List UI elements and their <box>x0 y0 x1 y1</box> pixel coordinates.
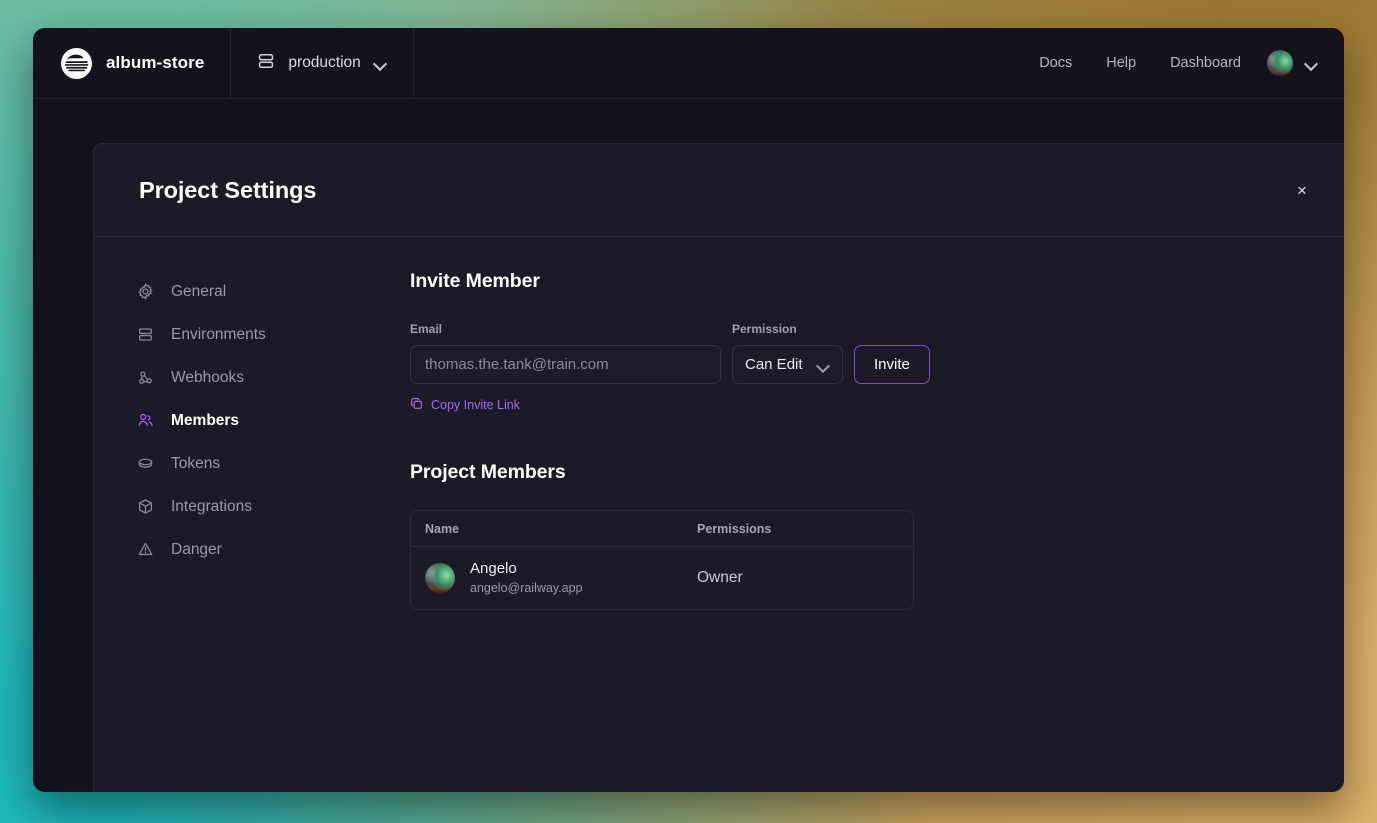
page-title: Project Settings <box>139 176 317 203</box>
modal-header: Project Settings × <box>94 144 1344 237</box>
sidebar-item-label: Webhooks <box>171 368 244 386</box>
member-identity-cell: Angelo angelo@railway.app <box>411 559 697 596</box>
webhook-icon <box>136 369 154 387</box>
column-header-permissions: Permissions <box>697 521 772 536</box>
email-input[interactable] <box>410 345 721 384</box>
nav-link-help[interactable]: Help <box>1106 55 1136 71</box>
table-header-row: Name Permissions <box>411 511 913 547</box>
copy-invite-link-label: Copy Invite Link <box>431 398 520 412</box>
email-field-group: Email <box>410 322 721 384</box>
environment-stack-icon <box>257 52 275 75</box>
sidebar-item-tokens[interactable]: Tokens <box>136 442 405 485</box>
member-name: Angelo <box>470 560 517 578</box>
nav-link-dashboard[interactable]: Dashboard <box>1170 55 1241 71</box>
sidebar-item-members[interactable]: Members <box>136 399 405 442</box>
railway-train-logo-icon <box>61 47 92 79</box>
settings-main-pane: Invite Member Email Permission Can Edit <box>405 270 1344 610</box>
member-permission: Owner <box>697 569 743 586</box>
users-icon <box>136 412 154 430</box>
table-row[interactable]: Angelo angelo@railway.app Owner <box>411 547 913 609</box>
cube-icon <box>136 498 154 516</box>
environment-name: production <box>288 54 361 71</box>
top-navigation-bar: album-store production Docs Help Dashboa… <box>33 28 1344 99</box>
chevron-down-icon <box>374 59 387 67</box>
user-avatar <box>1267 50 1293 76</box>
sidebar-item-label: Integrations <box>171 497 252 515</box>
invite-button[interactable]: Invite <box>854 345 930 384</box>
sidebar-item-label: Members <box>171 411 240 429</box>
sidebar-item-label: General <box>171 282 227 300</box>
invite-member-form: Email Permission Can Edit Invite <box>410 322 1344 384</box>
chevron-down-icon <box>817 361 830 369</box>
permission-select[interactable]: Can Edit <box>732 345 843 384</box>
member-text: Angelo angelo@railway.app <box>470 559 583 596</box>
nav-link-docs[interactable]: Docs <box>1039 55 1072 71</box>
app-window: album-store production Docs Help Dashboa… <box>33 28 1344 792</box>
desktop-backdrop: album-store production Docs Help Dashboa… <box>0 0 1377 823</box>
gear-icon <box>136 283 154 301</box>
environment-selector[interactable]: production <box>231 28 414 98</box>
sidebar-item-label: Environments <box>171 325 266 343</box>
column-header-name: Name <box>425 521 460 536</box>
member-email: angelo@railway.app <box>470 580 583 595</box>
copy-icon <box>410 397 423 413</box>
sidebar-item-general[interactable]: General <box>136 270 405 313</box>
user-menu[interactable] <box>1267 28 1344 98</box>
settings-sidebar: General Environments Webhooks Members To… <box>94 270 405 610</box>
chevron-down-icon <box>1305 59 1318 67</box>
sidebar-item-danger[interactable]: Danger <box>136 528 405 571</box>
invite-member-heading: Invite Member <box>410 270 540 292</box>
copy-invite-link-button[interactable]: Copy Invite Link <box>410 397 520 413</box>
permission-label: Permission <box>732 322 797 336</box>
warning-icon <box>136 541 154 559</box>
project-name: album-store <box>106 53 205 72</box>
permission-selected-value: Can Edit <box>745 356 803 373</box>
sidebar-item-webhooks[interactable]: Webhooks <box>136 356 405 399</box>
project-settings-modal: Project Settings × General Environments … <box>93 143 1344 792</box>
project-members-heading: Project Members <box>410 461 566 483</box>
close-icon[interactable]: × <box>1289 177 1315 203</box>
token-icon <box>136 455 154 473</box>
modal-body: General Environments Webhooks Members To… <box>94 237 1344 610</box>
permission-field-group: Permission Can Edit <box>732 322 843 384</box>
project-selector[interactable]: album-store <box>33 28 232 98</box>
sidebar-item-label: Danger <box>171 540 222 558</box>
sidebar-item-environments[interactable]: Environments <box>136 313 405 356</box>
stack-icon <box>136 326 154 344</box>
members-table: Name Permissions Angelo angelo@railway.a… <box>410 510 914 610</box>
topbar-links: Docs Help Dashboard <box>1039 28 1267 98</box>
member-avatar <box>425 563 455 593</box>
sidebar-item-label: Tokens <box>171 454 221 472</box>
email-label: Email <box>410 322 443 336</box>
sidebar-item-integrations[interactable]: Integrations <box>136 485 405 528</box>
